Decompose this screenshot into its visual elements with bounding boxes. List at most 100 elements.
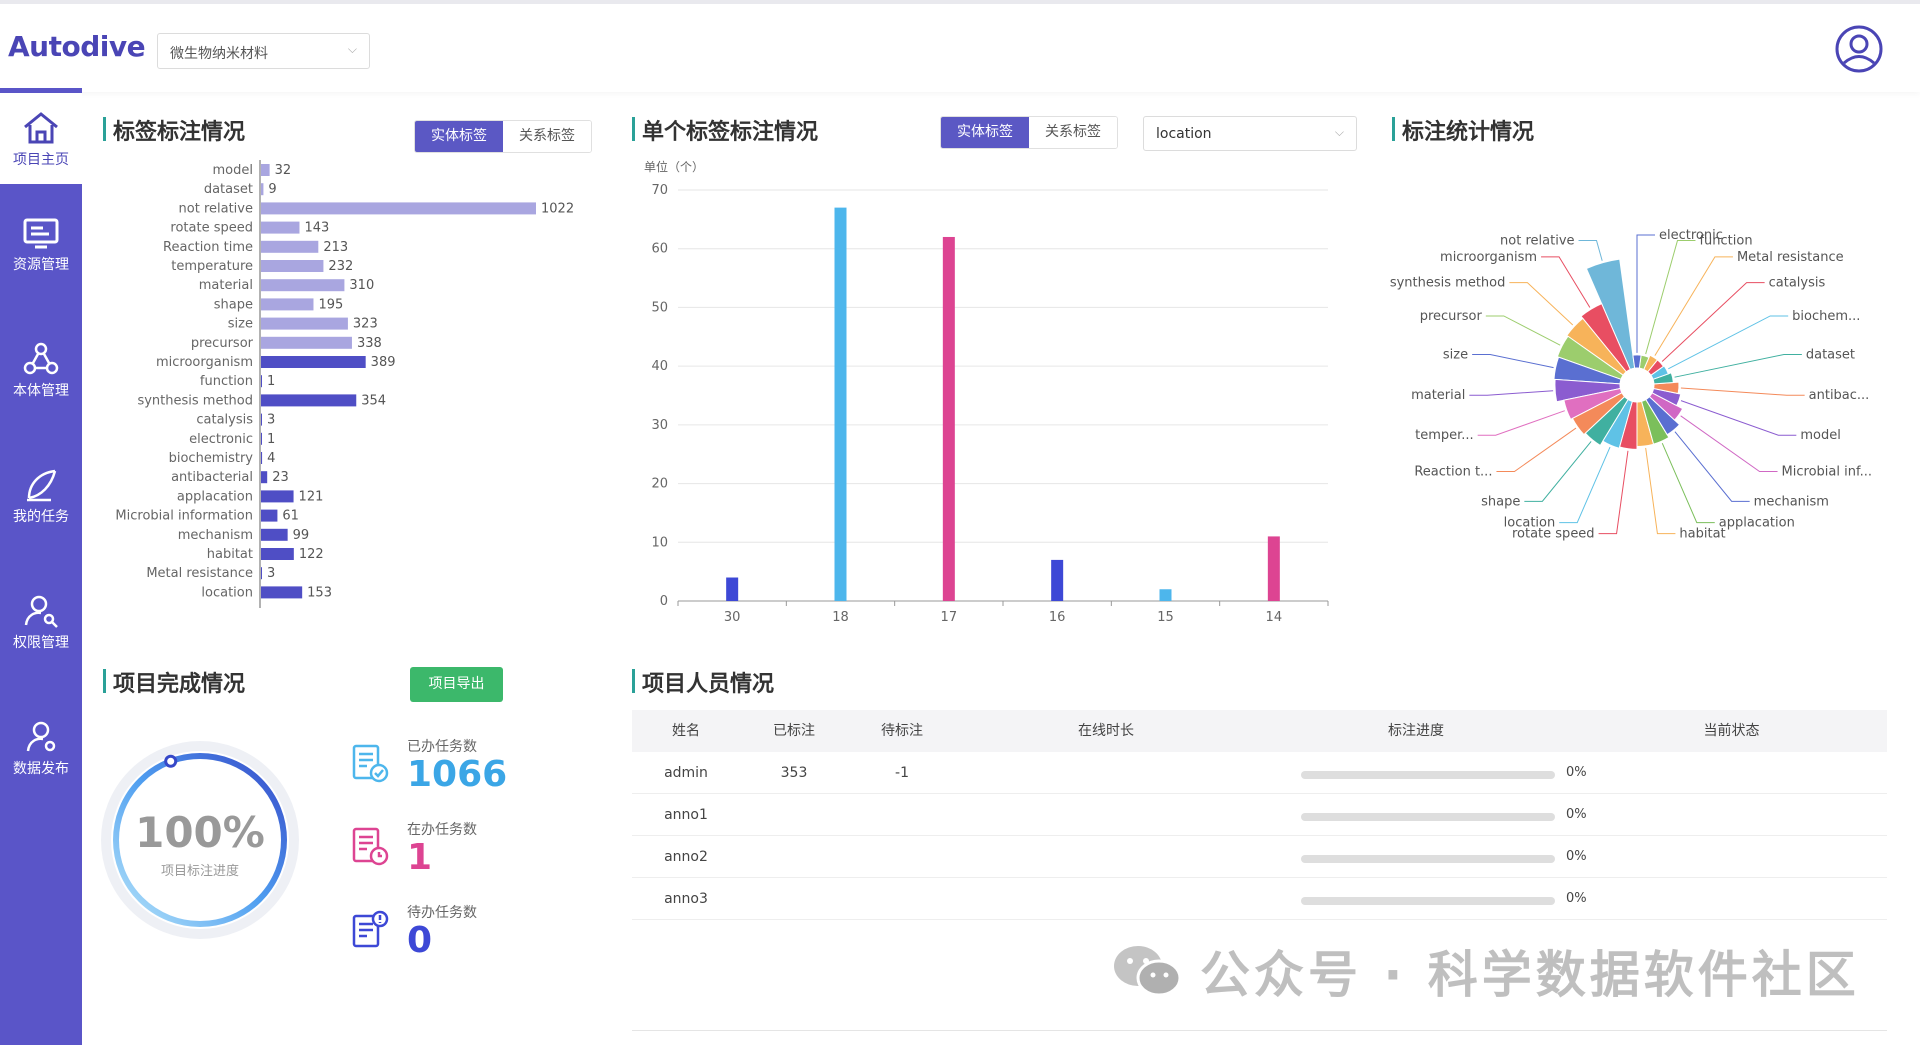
col-pending[interactable]: 待标注 xyxy=(848,710,956,752)
x-tick-label: 18 xyxy=(832,610,849,625)
label-line xyxy=(1509,282,1574,326)
label-line xyxy=(1680,415,1778,473)
cell-progress: 0% xyxy=(1256,752,1587,793)
cell-status xyxy=(1576,752,1887,793)
slice-label: biochem... xyxy=(1792,309,1860,324)
label-line xyxy=(1524,441,1592,502)
bar xyxy=(261,279,345,292)
x-tick-label: 14 xyxy=(1266,610,1283,625)
tab-relation-tags[interactable]: 关系标签 xyxy=(503,121,591,152)
bar xyxy=(261,183,264,196)
divider xyxy=(632,1030,1887,1031)
sidebar-item-label: 我的任务 xyxy=(13,509,69,525)
table-header: 姓名 已标注 待标注 在线时长 标注进度 当前状态 xyxy=(632,710,1887,752)
bar xyxy=(261,509,278,522)
data-label: 310 xyxy=(349,278,374,293)
progress-bar xyxy=(1301,771,1555,779)
col-progress[interactable]: 标注进度 xyxy=(1256,710,1576,752)
bar xyxy=(261,375,262,388)
bar xyxy=(261,202,536,215)
data-label: 99 xyxy=(293,528,310,543)
y-tick-label: 10 xyxy=(651,535,668,550)
cell-pending xyxy=(848,794,956,835)
complete-panel-title: 项目完成情况 xyxy=(103,666,245,698)
table-row[interactable]: anno2 0% xyxy=(632,836,1887,878)
cell-progress: 0% xyxy=(1256,794,1587,835)
bar xyxy=(1051,559,1064,601)
rose-slice xyxy=(1632,354,1642,369)
sidebar-item-ontology[interactable]: 本体管理 xyxy=(0,324,82,420)
table-row[interactable]: admin 353 -1 0% xyxy=(632,752,1887,794)
slice-label: electronic xyxy=(1659,228,1723,243)
bar xyxy=(261,471,268,484)
tick-label: shape xyxy=(214,297,253,312)
data-label: 338 xyxy=(357,336,382,351)
tick-label: temperature xyxy=(171,259,253,274)
table-row[interactable]: anno1 0% xyxy=(632,794,1887,836)
tick-label: habitat xyxy=(207,547,253,562)
cell-pending xyxy=(848,878,956,919)
tick-label: function xyxy=(200,374,253,389)
home-icon xyxy=(24,112,58,144)
bar xyxy=(261,356,366,368)
people-panel-title: 项目人员情况 xyxy=(632,666,774,698)
label-line xyxy=(1661,442,1715,524)
cell-status xyxy=(1576,836,1887,877)
cell-done xyxy=(740,836,848,877)
bar xyxy=(261,260,324,272)
data-label: 9 xyxy=(268,182,276,197)
slice-label: Metal resistance xyxy=(1737,250,1844,265)
sidebar-item-tasks[interactable]: 我的任务 xyxy=(0,450,82,546)
data-label: 3 xyxy=(267,413,275,428)
col-status[interactable]: 当前状态 xyxy=(1576,710,1887,752)
task-doing: 在办任务数 1 xyxy=(350,819,550,889)
slice-label: microorganism xyxy=(1440,250,1537,265)
progress-bar xyxy=(1301,855,1555,863)
bar xyxy=(1159,589,1172,601)
col-done[interactable]: 已标注 xyxy=(740,710,848,752)
y-tick-label: 50 xyxy=(651,300,668,315)
sidebar-item-publish[interactable]: 数据发布 xyxy=(0,702,82,798)
label-line xyxy=(1680,400,1797,436)
task-done-label: 已办任务数 xyxy=(407,739,477,755)
progress-percent: 100% xyxy=(135,808,265,857)
task-todo-value: 0 xyxy=(407,920,433,961)
tag-select[interactable]: location ⌵ xyxy=(1143,116,1357,151)
sidebar-item-home[interactable]: 项目主页 xyxy=(0,88,82,184)
bar xyxy=(261,394,357,407)
slice-label: size xyxy=(1443,347,1468,362)
slice-label: precursor xyxy=(1420,309,1483,324)
col-name[interactable]: 姓名 xyxy=(632,710,740,752)
label-line xyxy=(1668,315,1789,370)
label-line xyxy=(1674,431,1750,502)
table-row[interactable]: anno3 0% xyxy=(632,878,1887,920)
tab-entity-tags[interactable]: 实体标签 xyxy=(941,117,1029,148)
data-label: 3 xyxy=(267,566,275,581)
data-label: 23 xyxy=(272,470,289,485)
tick-label: rotate speed xyxy=(170,221,253,236)
sidebar: 项目主页 资源管理 本体管理 我的任务 权限管理 数据发布 xyxy=(0,88,82,1045)
tick-label: microorganism xyxy=(156,355,253,370)
sidebar-item-label: 权限管理 xyxy=(13,635,69,651)
wechat-icon xyxy=(1114,946,1182,997)
project-select[interactable]: 微生物纳米材料 ⌵ xyxy=(157,33,370,69)
data-label: 213 xyxy=(323,240,348,255)
y-tick-label: 40 xyxy=(651,359,668,374)
bar xyxy=(261,298,314,311)
cell-status xyxy=(1576,794,1887,835)
app-logo[interactable]: Autodive xyxy=(8,30,146,63)
user-circle-icon[interactable] xyxy=(1834,24,1884,74)
tab-entity-tags[interactable]: 实体标签 xyxy=(415,121,503,152)
watermark: 公众号 · 科学数据软件社区 xyxy=(1110,935,1860,1007)
col-online[interactable]: 在线时长 xyxy=(956,710,1256,752)
tab-relation-tags[interactable]: 关系标签 xyxy=(1029,117,1117,148)
bar xyxy=(1267,536,1280,601)
tick-label: precursor xyxy=(191,336,254,351)
unit-label: 单位（个） xyxy=(644,159,704,174)
tick-label: biochemistry xyxy=(169,451,254,466)
sidebar-item-resource[interactable]: 资源管理 xyxy=(0,198,82,294)
export-button[interactable]: 项目导出 xyxy=(410,667,503,702)
chevron-down-icon: ⌵ xyxy=(347,42,357,56)
cell-done: 353 xyxy=(780,765,808,781)
sidebar-item-permission[interactable]: 权限管理 xyxy=(0,576,82,672)
